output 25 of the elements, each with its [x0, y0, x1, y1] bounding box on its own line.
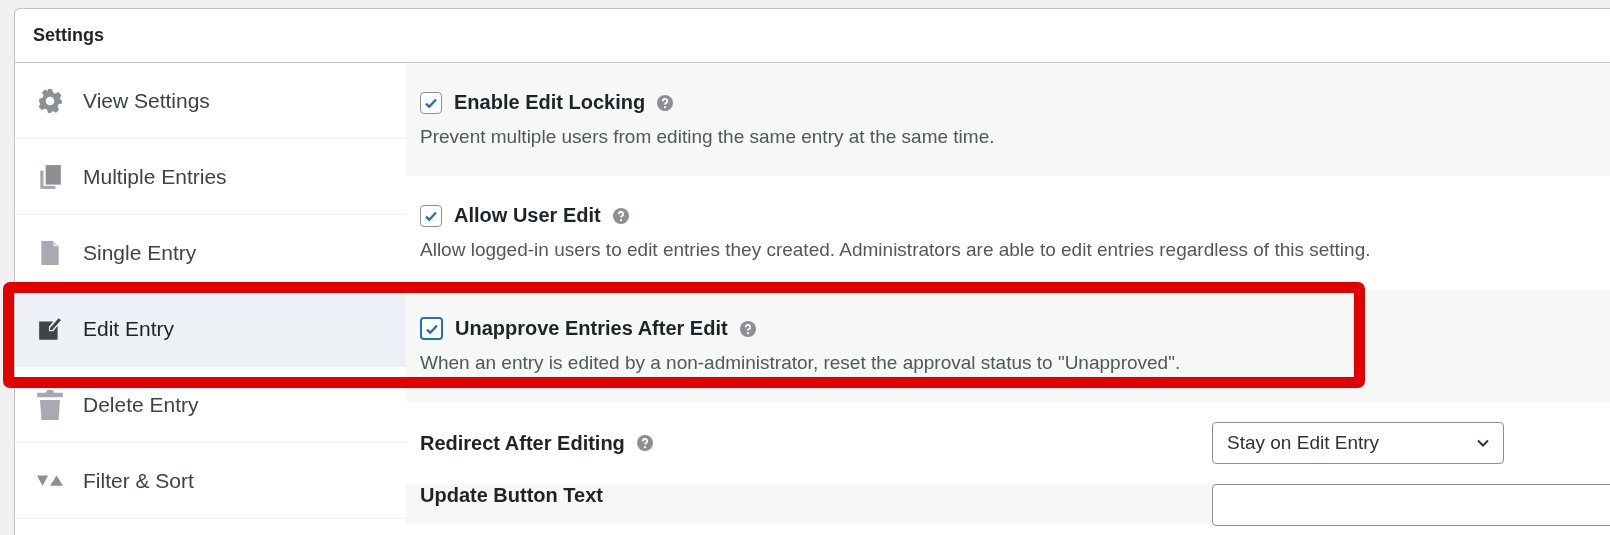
- checkbox[interactable]: [420, 204, 442, 227]
- sidebar-item[interactable]: Single Entry: [15, 215, 406, 291]
- sidebar-item[interactable]: Delete Entry: [15, 367, 406, 443]
- sidebar-item[interactable]: Multiple Entries: [15, 139, 406, 215]
- trash-icon: [37, 389, 63, 420]
- setting-description: Prevent multiple users from editing the same entry at the same time.: [420, 126, 996, 148]
- input-field[interactable]: [1212, 484, 1610, 526]
- checkbox[interactable]: [420, 91, 442, 114]
- setting-description: Allow logged-in users to edit entries they created. Administrators are able to edit entries regardless of this setting.: [420, 239, 1372, 261]
- help-icon[interactable]: [739, 320, 756, 337]
- redirect-dropdown[interactable]: Stay on Edit Entry: [1212, 422, 1504, 464]
- setting-label: Allow User Edit: [454, 204, 601, 227]
- checkbox[interactable]: [420, 317, 443, 340]
- help-icon[interactable]: [636, 435, 653, 451]
- sidebar-item[interactable]: Edit Entry: [15, 291, 406, 367]
- help-icon[interactable]: [612, 207, 629, 224]
- sidebar-item[interactable]: View Settings: [15, 63, 406, 139]
- setting-label: Update Button Text: [420, 484, 603, 507]
- setting-label: Unapprove Entries After Edit: [455, 317, 728, 340]
- setting-label: Redirect After Editing: [420, 431, 625, 455]
- sidebar-item[interactable]: Filter & Sort: [15, 443, 406, 519]
- panel-title: Settings: [33, 25, 104, 46]
- setting-description: When an entry is edited by a non-administrator, reset the approval status to "Unapproved".: [420, 352, 1182, 374]
- setting-label: Enable Edit Locking: [454, 91, 646, 114]
- help-icon[interactable]: [657, 94, 674, 111]
